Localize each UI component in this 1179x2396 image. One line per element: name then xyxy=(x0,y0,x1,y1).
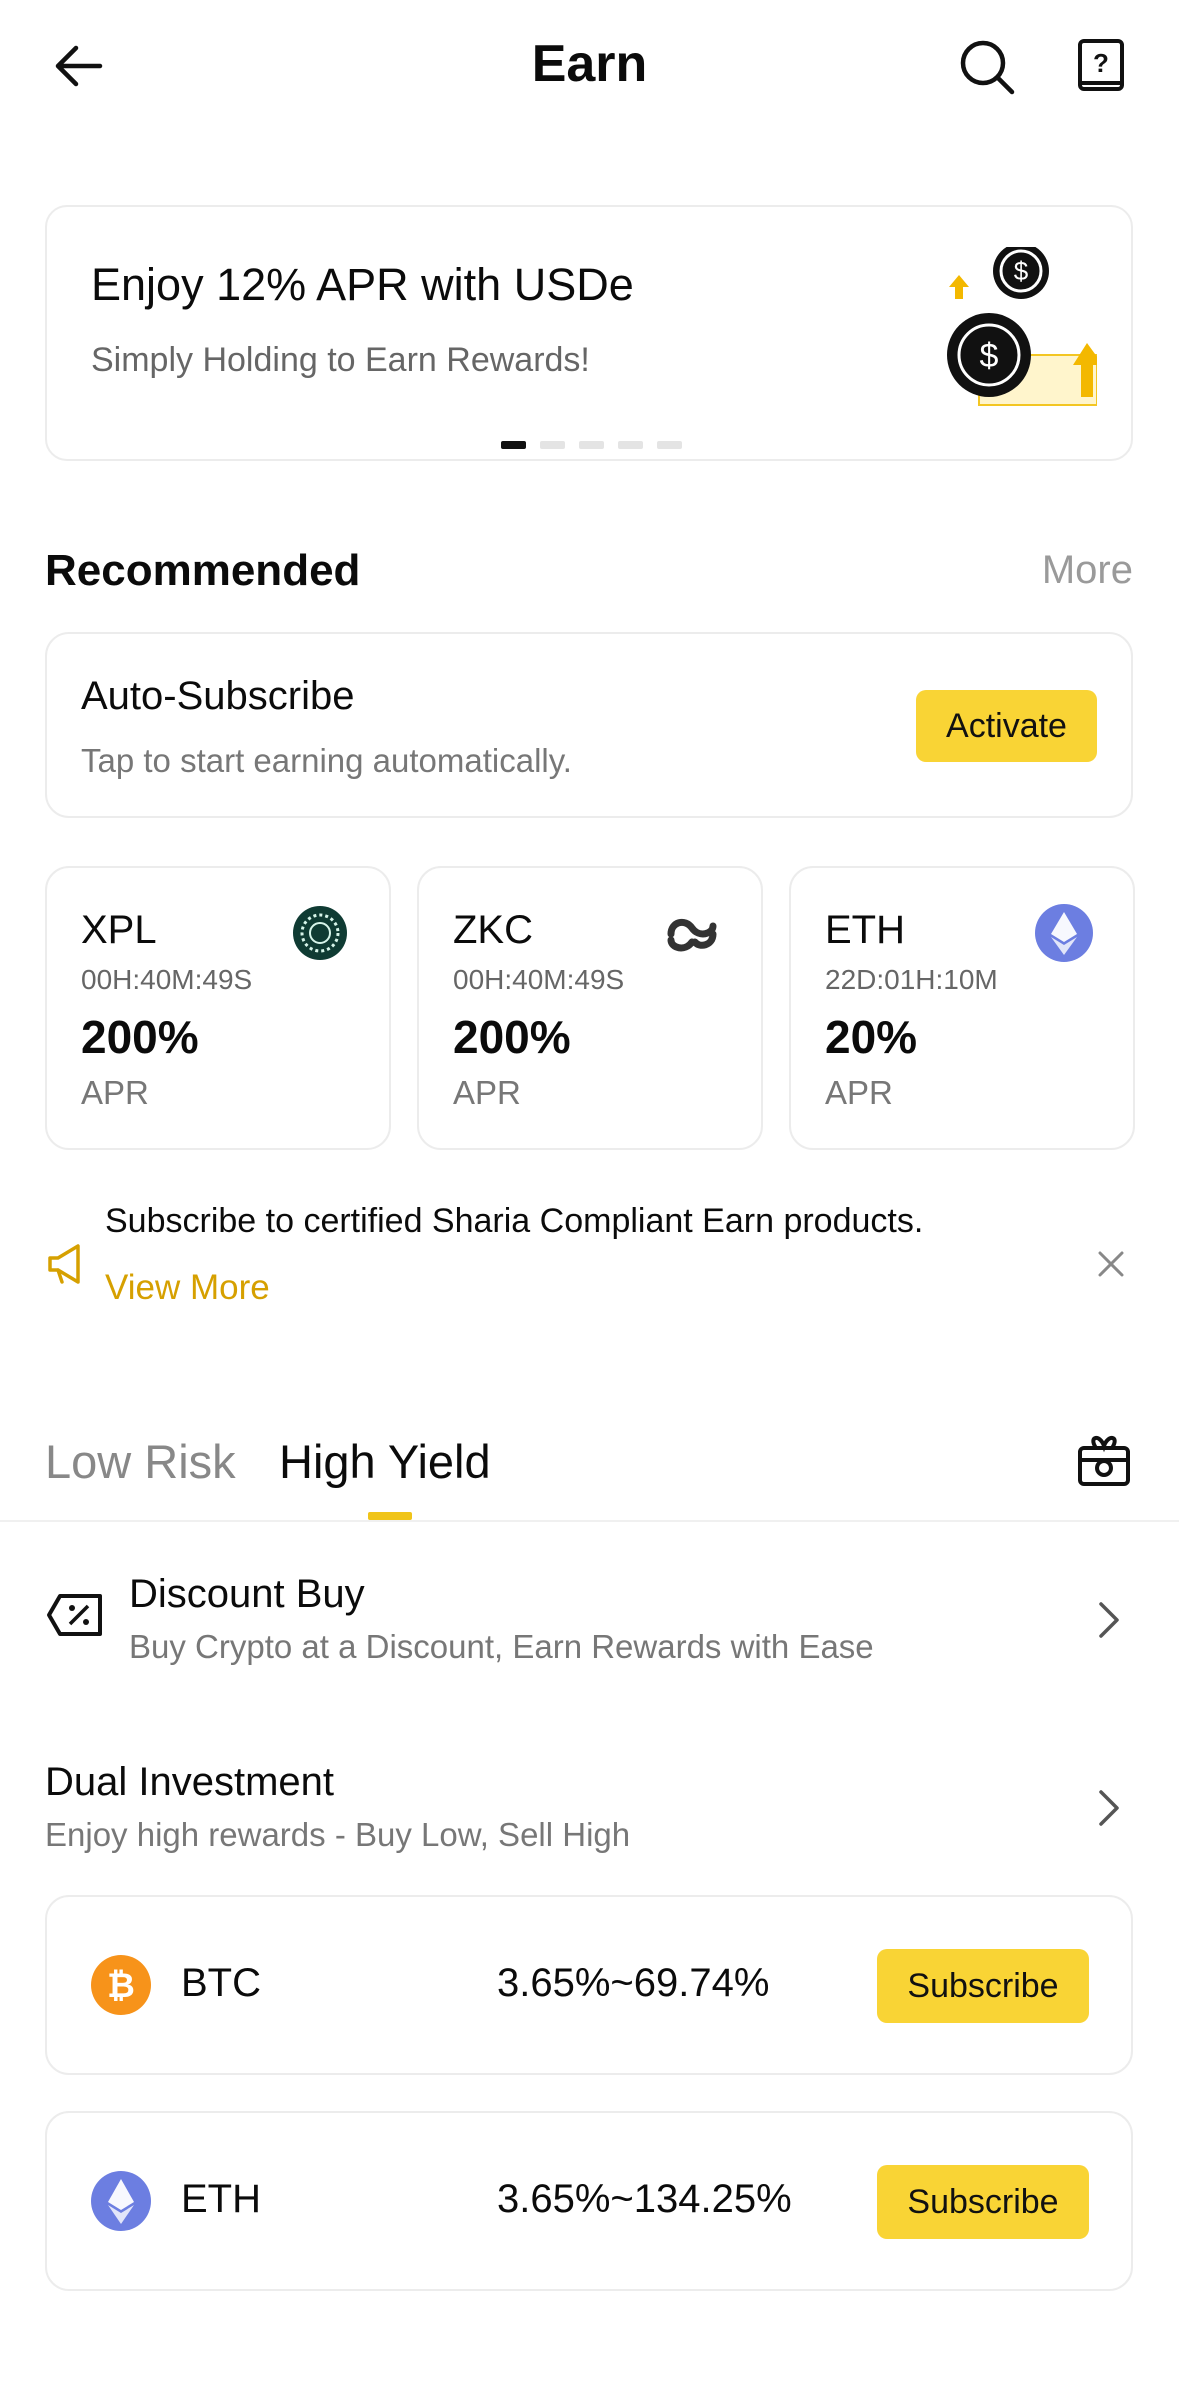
svg-text:$: $ xyxy=(980,337,999,375)
promo-banner[interactable]: Enjoy 12% APR with USDe Simply Holding t… xyxy=(45,205,1133,461)
help-book-icon: ? xyxy=(1078,39,1124,91)
product-name: XPL xyxy=(81,908,157,952)
pagination-dot[interactable] xyxy=(657,441,682,449)
notice-text: Subscribe to certified Sharia Compliant … xyxy=(105,1202,924,1240)
eth-logo-icon xyxy=(1035,904,1093,962)
pagination-dot[interactable] xyxy=(501,441,526,449)
coins-illustration-icon: $ $ xyxy=(947,247,1097,406)
product-card-zkc[interactable]: ZKC 00H:40M:49S 200% APR xyxy=(417,866,763,1150)
subscribe-button[interactable]: Subscribe xyxy=(877,2165,1089,2239)
product-card-xpl[interactable]: XPL 00H:40M:49S 200% APR xyxy=(45,866,391,1150)
dual-investment-title: Dual Investment xyxy=(45,1760,335,1804)
dual-rate: 3.65%~134.25% xyxy=(497,2177,792,2221)
product-name: ETH xyxy=(825,908,905,952)
active-tab-indicator xyxy=(368,1512,412,1520)
tabs-divider xyxy=(0,1520,1179,1522)
product-apr-label: APR xyxy=(825,1074,893,1111)
gift-icon[interactable] xyxy=(1076,1432,1132,1488)
dual-investment-row[interactable]: Dual Investment Enjoy high rewards - Buy… xyxy=(0,1748,1179,1868)
auto-subscribe-card[interactable]: Auto-Subscribe Tap to start earning auto… xyxy=(45,632,1133,818)
banner-title: Enjoy 12% APR with USDe xyxy=(91,259,634,310)
help-button[interactable]: ? xyxy=(1076,38,1126,96)
xpl-logo-icon xyxy=(293,906,347,960)
auto-subscribe-title: Auto-Subscribe xyxy=(81,674,355,718)
btc-logo-icon: ₿ xyxy=(91,1955,151,2015)
dual-rate: 3.65%~69.74% xyxy=(497,1961,770,2005)
eth-logo-icon xyxy=(91,2171,151,2231)
pagination-dot[interactable] xyxy=(618,441,643,449)
dual-coin-name: ETH xyxy=(181,2177,261,2221)
search-button[interactable] xyxy=(958,38,1016,96)
dual-investment-item-eth[interactable]: ETH 3.65%~134.25% Subscribe xyxy=(45,2111,1133,2291)
discount-tag-icon xyxy=(47,1594,102,1636)
subscribe-button[interactable]: Subscribe xyxy=(877,1949,1089,2023)
close-icon[interactable] xyxy=(1097,1250,1125,1278)
auto-subscribe-subtitle: Tap to start earning automatically. xyxy=(81,742,572,779)
dual-investment-subtitle: Enjoy high rewards - Buy Low, Sell High xyxy=(45,1816,631,1853)
product-card-eth[interactable]: ETH 22D:01H:10M 20% APR xyxy=(789,866,1135,1150)
activate-button[interactable]: Activate xyxy=(916,690,1097,762)
chevron-right-icon xyxy=(1099,1790,1119,1826)
search-icon xyxy=(960,40,1015,95)
product-apr: 20% xyxy=(825,1011,918,1063)
svg-text:₿: ₿ xyxy=(107,1967,135,2005)
section-title-recommended: Recommended xyxy=(45,546,361,595)
banner-subtitle: Simply Holding to Earn Rewards! xyxy=(91,341,590,379)
product-apr-label: APR xyxy=(81,1074,149,1111)
megaphone-icon xyxy=(48,1244,80,1284)
product-apr: 200% xyxy=(81,1011,199,1063)
view-more-link[interactable]: View More xyxy=(105,1268,270,1308)
dual-investment-item-btc[interactable]: ₿ BTC 3.65%~69.74% Subscribe xyxy=(45,1895,1133,2075)
more-link[interactable]: More xyxy=(1042,548,1133,593)
tab-high-yield[interactable]: High Yield xyxy=(279,1434,491,1489)
product-apr-label: APR xyxy=(453,1074,521,1111)
tab-low-risk[interactable]: Low Risk xyxy=(45,1434,236,1489)
pagination-dot[interactable] xyxy=(540,441,565,449)
discount-buy-subtitle: Buy Crypto at a Discount, Earn Rewards w… xyxy=(129,1628,874,1665)
product-apr: 200% xyxy=(453,1011,571,1063)
product-countdown: 22D:01H:10M xyxy=(825,964,998,995)
dual-coin-name: BTC xyxy=(181,1961,261,2005)
banner-pagination xyxy=(501,441,682,449)
product-countdown: 00H:40M:49S xyxy=(453,964,625,995)
zkc-logo-icon xyxy=(667,918,717,952)
product-countdown: 00H:40M:49S xyxy=(81,964,253,995)
discount-buy-row[interactable]: Discount Buy Buy Crypto at a Discount, E… xyxy=(0,1560,1179,1680)
product-name: ZKC xyxy=(453,908,533,952)
svg-text:$: $ xyxy=(1014,256,1029,286)
chevron-right-icon xyxy=(1099,1602,1119,1638)
discount-buy-title: Discount Buy xyxy=(129,1572,365,1616)
svg-text:?: ? xyxy=(1093,48,1109,78)
pagination-dot[interactable] xyxy=(579,441,604,449)
